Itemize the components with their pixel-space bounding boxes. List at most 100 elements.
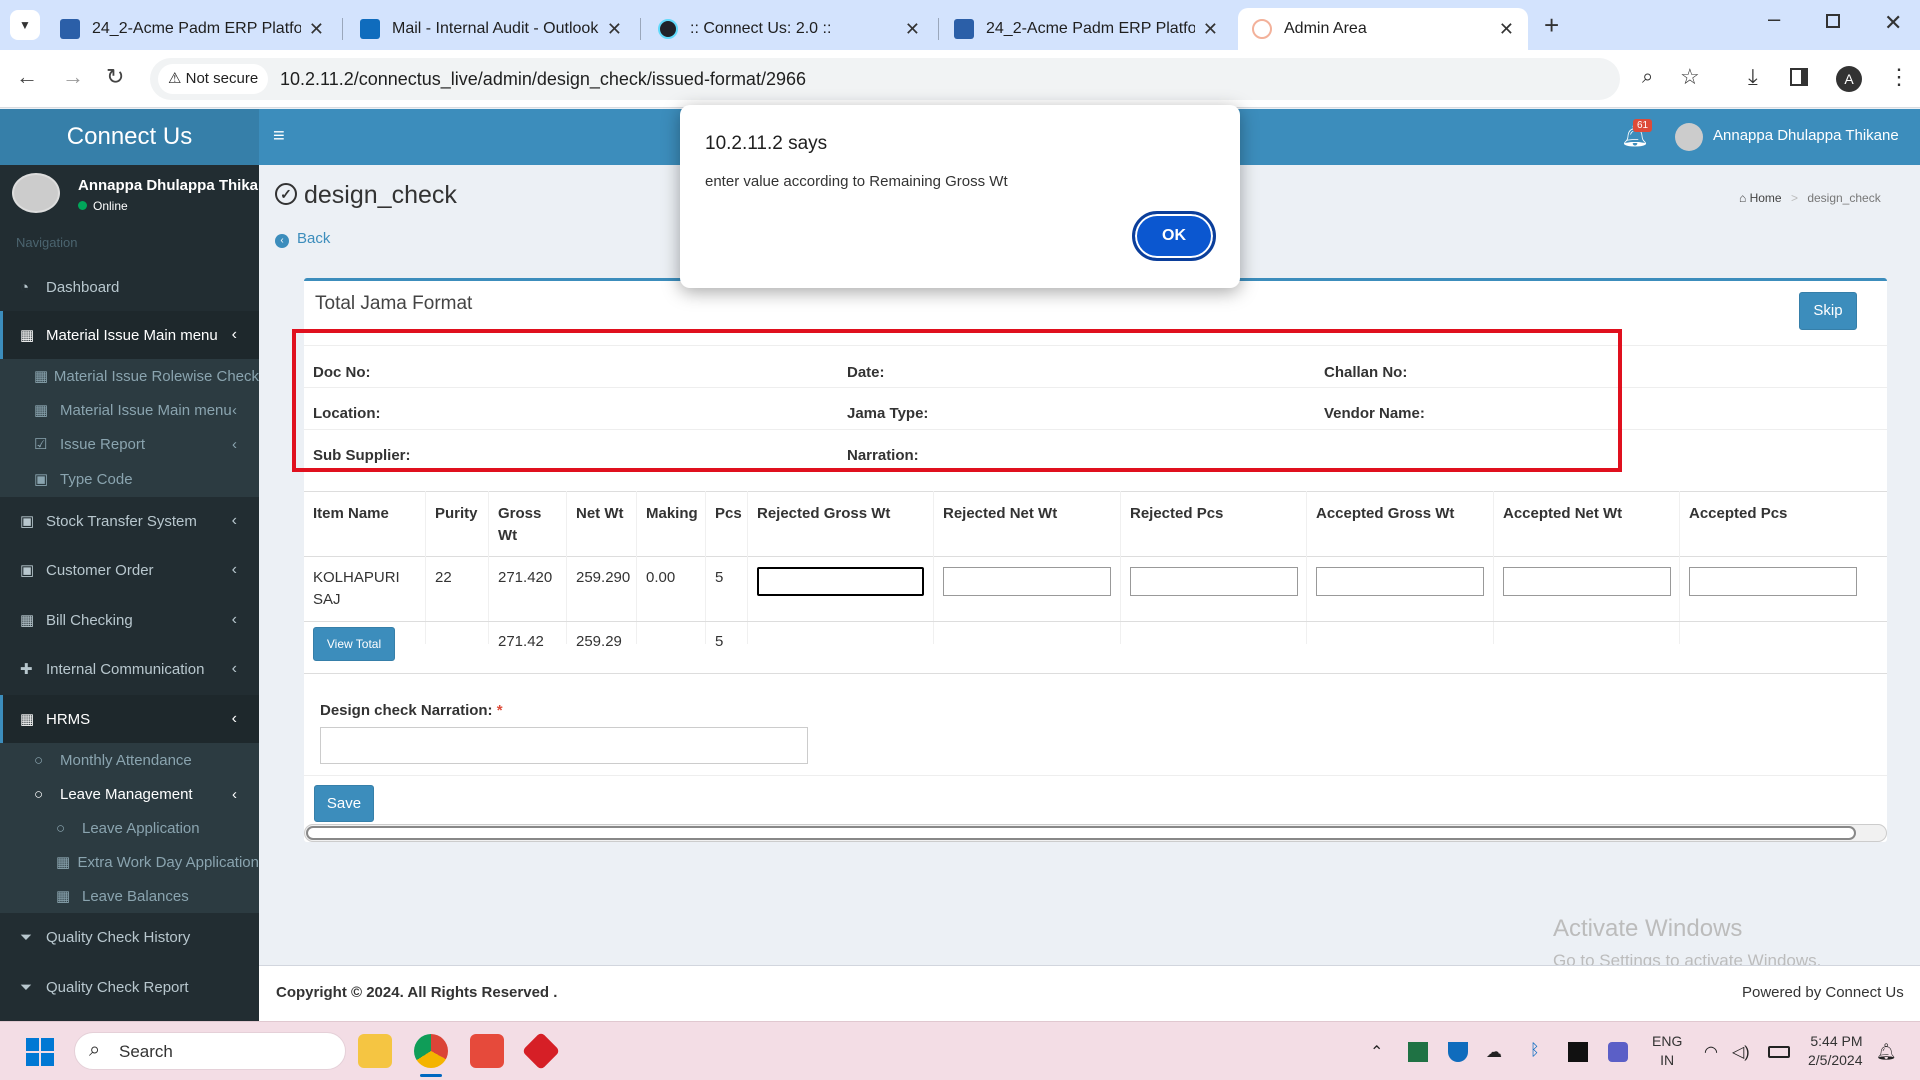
- sidebar-item-monthly-attendance[interactable]: ○ Monthly Attendance: [0, 743, 259, 777]
- close-icon[interactable]: ✕: [1499, 19, 1514, 40]
- tab-admin-area[interactable]: Admin Area ✕: [1238, 8, 1528, 50]
- cloud-offline-icon[interactable]: ☁: [1486, 1042, 1502, 1062]
- wps-office-icon[interactable]: [470, 1034, 504, 1068]
- close-icon[interactable]: ✕: [1203, 19, 1218, 40]
- chevron-up-icon[interactable]: ⌃: [1370, 1042, 1383, 1062]
- shield-tray-icon[interactable]: [1448, 1042, 1468, 1062]
- taskbar-search-box[interactable]: ⌕ Search: [74, 1032, 346, 1070]
- windows-start-icon[interactable]: [26, 1038, 54, 1066]
- col-rejected-pcs: Rejected Pcs: [1130, 505, 1224, 522]
- sidebar-item-material-issue-rolewise[interactable]: ▦ Material Issue Rolewise Check: [0, 359, 259, 393]
- rejected-gross-wt-input[interactable]: [757, 567, 924, 596]
- sidebar-item-quality-check-report[interactable]: ⏷ Quality Check Report: [0, 963, 259, 1011]
- address-bar[interactable]: ⚠ Not secure 10.2.11.2/connectus_live/ad…: [150, 58, 1700, 100]
- tab-title: :: Connect Us: 2.0 ::: [690, 20, 832, 37]
- avatar: [12, 173, 60, 213]
- forward-arrow-icon[interactable]: →: [62, 64, 84, 90]
- save-button[interactable]: Save: [314, 785, 374, 822]
- online-dot-icon: [78, 201, 87, 210]
- sidebar-item-type-code[interactable]: ▣ Type Code: [0, 461, 259, 497]
- minimize-button[interactable]: –: [1768, 6, 1780, 32]
- back-arrow-icon[interactable]: ←: [16, 64, 38, 90]
- cell-making: 0.00: [646, 569, 676, 586]
- url-text[interactable]: 10.2.11.2/connectus_live/admin/design_ch…: [280, 69, 806, 90]
- anydesk-icon[interactable]: [521, 1031, 561, 1071]
- side-panel-icon[interactable]: [1790, 68, 1808, 86]
- menu-dots-icon[interactable]: ⋮: [1888, 64, 1910, 90]
- accepted-net-wt-input[interactable]: [1503, 567, 1671, 596]
- accepted-gross-wt-input[interactable]: [1316, 567, 1484, 596]
- tally-tray-icon[interactable]: [1568, 1042, 1588, 1062]
- restore-button[interactable]: [1826, 14, 1840, 28]
- system-clock[interactable]: 5:44 PM 2/5/2024: [1808, 1032, 1863, 1070]
- view-total-button[interactable]: View Total: [313, 627, 395, 661]
- download-icon[interactable]: ⤓: [1748, 64, 1758, 90]
- sidebar-item-issue-report[interactable]: ☑ Issue Report ‹: [0, 427, 259, 461]
- chrome-icon[interactable]: [414, 1034, 448, 1068]
- sidebar-item-extra-work-day[interactable]: ▦ Extra Work Day Application: [0, 845, 259, 879]
- horizontal-scrollbar[interactable]: [304, 824, 1887, 842]
- tab-outlook[interactable]: Mail - Internal Audit - Outlook ✕: [346, 8, 636, 50]
- profile-avatar[interactable]: A: [1836, 66, 1862, 92]
- hamburger-menu-icon[interactable]: ≡: [273, 125, 285, 148]
- taskbar: ⌕ Search ⌃ ☁ ᛒ ENG IN ◠ ◁) 5:44 PM 2/5/202…: [0, 1021, 1920, 1080]
- wifi-icon[interactable]: ◠: [1704, 1042, 1718, 1062]
- close-window-button[interactable]: ✕: [1884, 10, 1902, 36]
- zoom-icon[interactable]: ⌕: [1642, 66, 1653, 89]
- bluetooth-icon[interactable]: ᛒ: [1530, 1042, 1540, 1060]
- tab-connectus[interactable]: :: Connect Us: 2.0 :: ✕: [644, 8, 934, 50]
- circle-icon: ○: [34, 751, 44, 769]
- outlook-favicon: [360, 19, 380, 39]
- tab-search-button[interactable]: ▼: [10, 10, 40, 40]
- brand-logo[interactable]: Connect Us: [0, 109, 259, 165]
- skip-button[interactable]: Skip: [1799, 292, 1857, 330]
- battery-icon[interactable]: [1768, 1046, 1790, 1058]
- scrollbar-thumb[interactable]: [306, 826, 1856, 840]
- sidebar-item-stock-transfer[interactable]: ▣ Stock Transfer System ‹: [0, 497, 259, 545]
- breadcrumb-current: design_check: [1807, 191, 1881, 205]
- tab-erp-1[interactable]: 24_2-Acme Padm ERP Platform ✕: [46, 8, 338, 50]
- close-icon[interactable]: ✕: [309, 19, 324, 40]
- sidebar-item-leave-application[interactable]: ○ Leave Application: [0, 811, 259, 845]
- close-icon[interactable]: ✕: [607, 19, 622, 40]
- teams-tray-icon[interactable]: [1608, 1042, 1628, 1062]
- volume-icon[interactable]: ◁): [1732, 1042, 1750, 1062]
- tab-title: Admin Area: [1284, 20, 1367, 37]
- col-making: Making: [646, 505, 698, 522]
- sidebar-item-material-issue[interactable]: ▦ Material Issue Main menu ‹: [0, 311, 259, 359]
- design-narration-input[interactable]: [320, 727, 808, 764]
- topbar-user-name[interactable]: Annappa Dhulappa Thikane: [1713, 127, 1899, 144]
- rejected-pcs-input[interactable]: [1130, 567, 1298, 596]
- footer: Copyright © 2024. All Rights Reserved . …: [259, 965, 1920, 1021]
- security-indicator[interactable]: ⚠ Not secure: [158, 64, 269, 94]
- chevron-down-icon: ‹: [231, 710, 237, 727]
- sidebar-item-quality-check-history[interactable]: ⏷ Quality Check History: [0, 913, 259, 961]
- reload-icon[interactable]: ↻: [106, 64, 124, 90]
- sidebar-item-material-issue-sub[interactable]: ▦ Material Issue Main menu ‹: [0, 393, 259, 427]
- tab-erp-2[interactable]: 24_2-Acme Padm ERP Platform ✕: [940, 8, 1232, 50]
- back-link[interactable]: ‹ Back: [275, 230, 330, 248]
- jama-format-box: Total Jama Format Skip Doc No: Date: Cha…: [292, 278, 1887, 842]
- sidebar-item-leave-balances[interactable]: ▦ Leave Balances: [0, 879, 259, 913]
- new-tab-button[interactable]: +: [1544, 10, 1559, 41]
- rejected-net-wt-input[interactable]: [943, 567, 1111, 596]
- notification-bell-icon[interactable]: 🔔︎: [1876, 1042, 1896, 1062]
- ok-button[interactable]: OK: [1132, 211, 1216, 261]
- browser-tab-bar: ▼ 24_2-Acme Padm ERP Platform ✕ Mail - I…: [0, 0, 1920, 50]
- avatar[interactable]: [1675, 123, 1703, 151]
- sidebar-item-hrms[interactable]: ▦ HRMS ‹: [0, 695, 259, 743]
- close-icon[interactable]: ✕: [905, 19, 920, 40]
- sidebar-item-bill-checking[interactable]: ▦ Bill Checking ‹: [0, 596, 259, 644]
- table-icon: ▦: [56, 854, 71, 871]
- chevron-left-icon: ‹: [231, 561, 237, 578]
- bookmark-star-icon[interactable]: ☆: [1680, 64, 1700, 90]
- file-explorer-icon[interactable]: [358, 1034, 392, 1068]
- breadcrumb-home[interactable]: Home: [1750, 191, 1782, 205]
- excel-tray-icon[interactable]: [1408, 1042, 1428, 1062]
- accepted-pcs-input[interactable]: [1689, 567, 1857, 596]
- sidebar-item-customer-order[interactable]: ▣ Customer Order ‹: [0, 546, 259, 594]
- sidebar-item-dashboard[interactable]: ◔ Dashboard: [0, 263, 259, 311]
- sidebar-item-internal-communication[interactable]: ✚ Internal Communication ‹: [0, 645, 259, 693]
- sidebar-item-leave-management[interactable]: ○ Leave Management ‹: [0, 777, 259, 811]
- language-indicator[interactable]: ENG IN: [1652, 1032, 1682, 1070]
